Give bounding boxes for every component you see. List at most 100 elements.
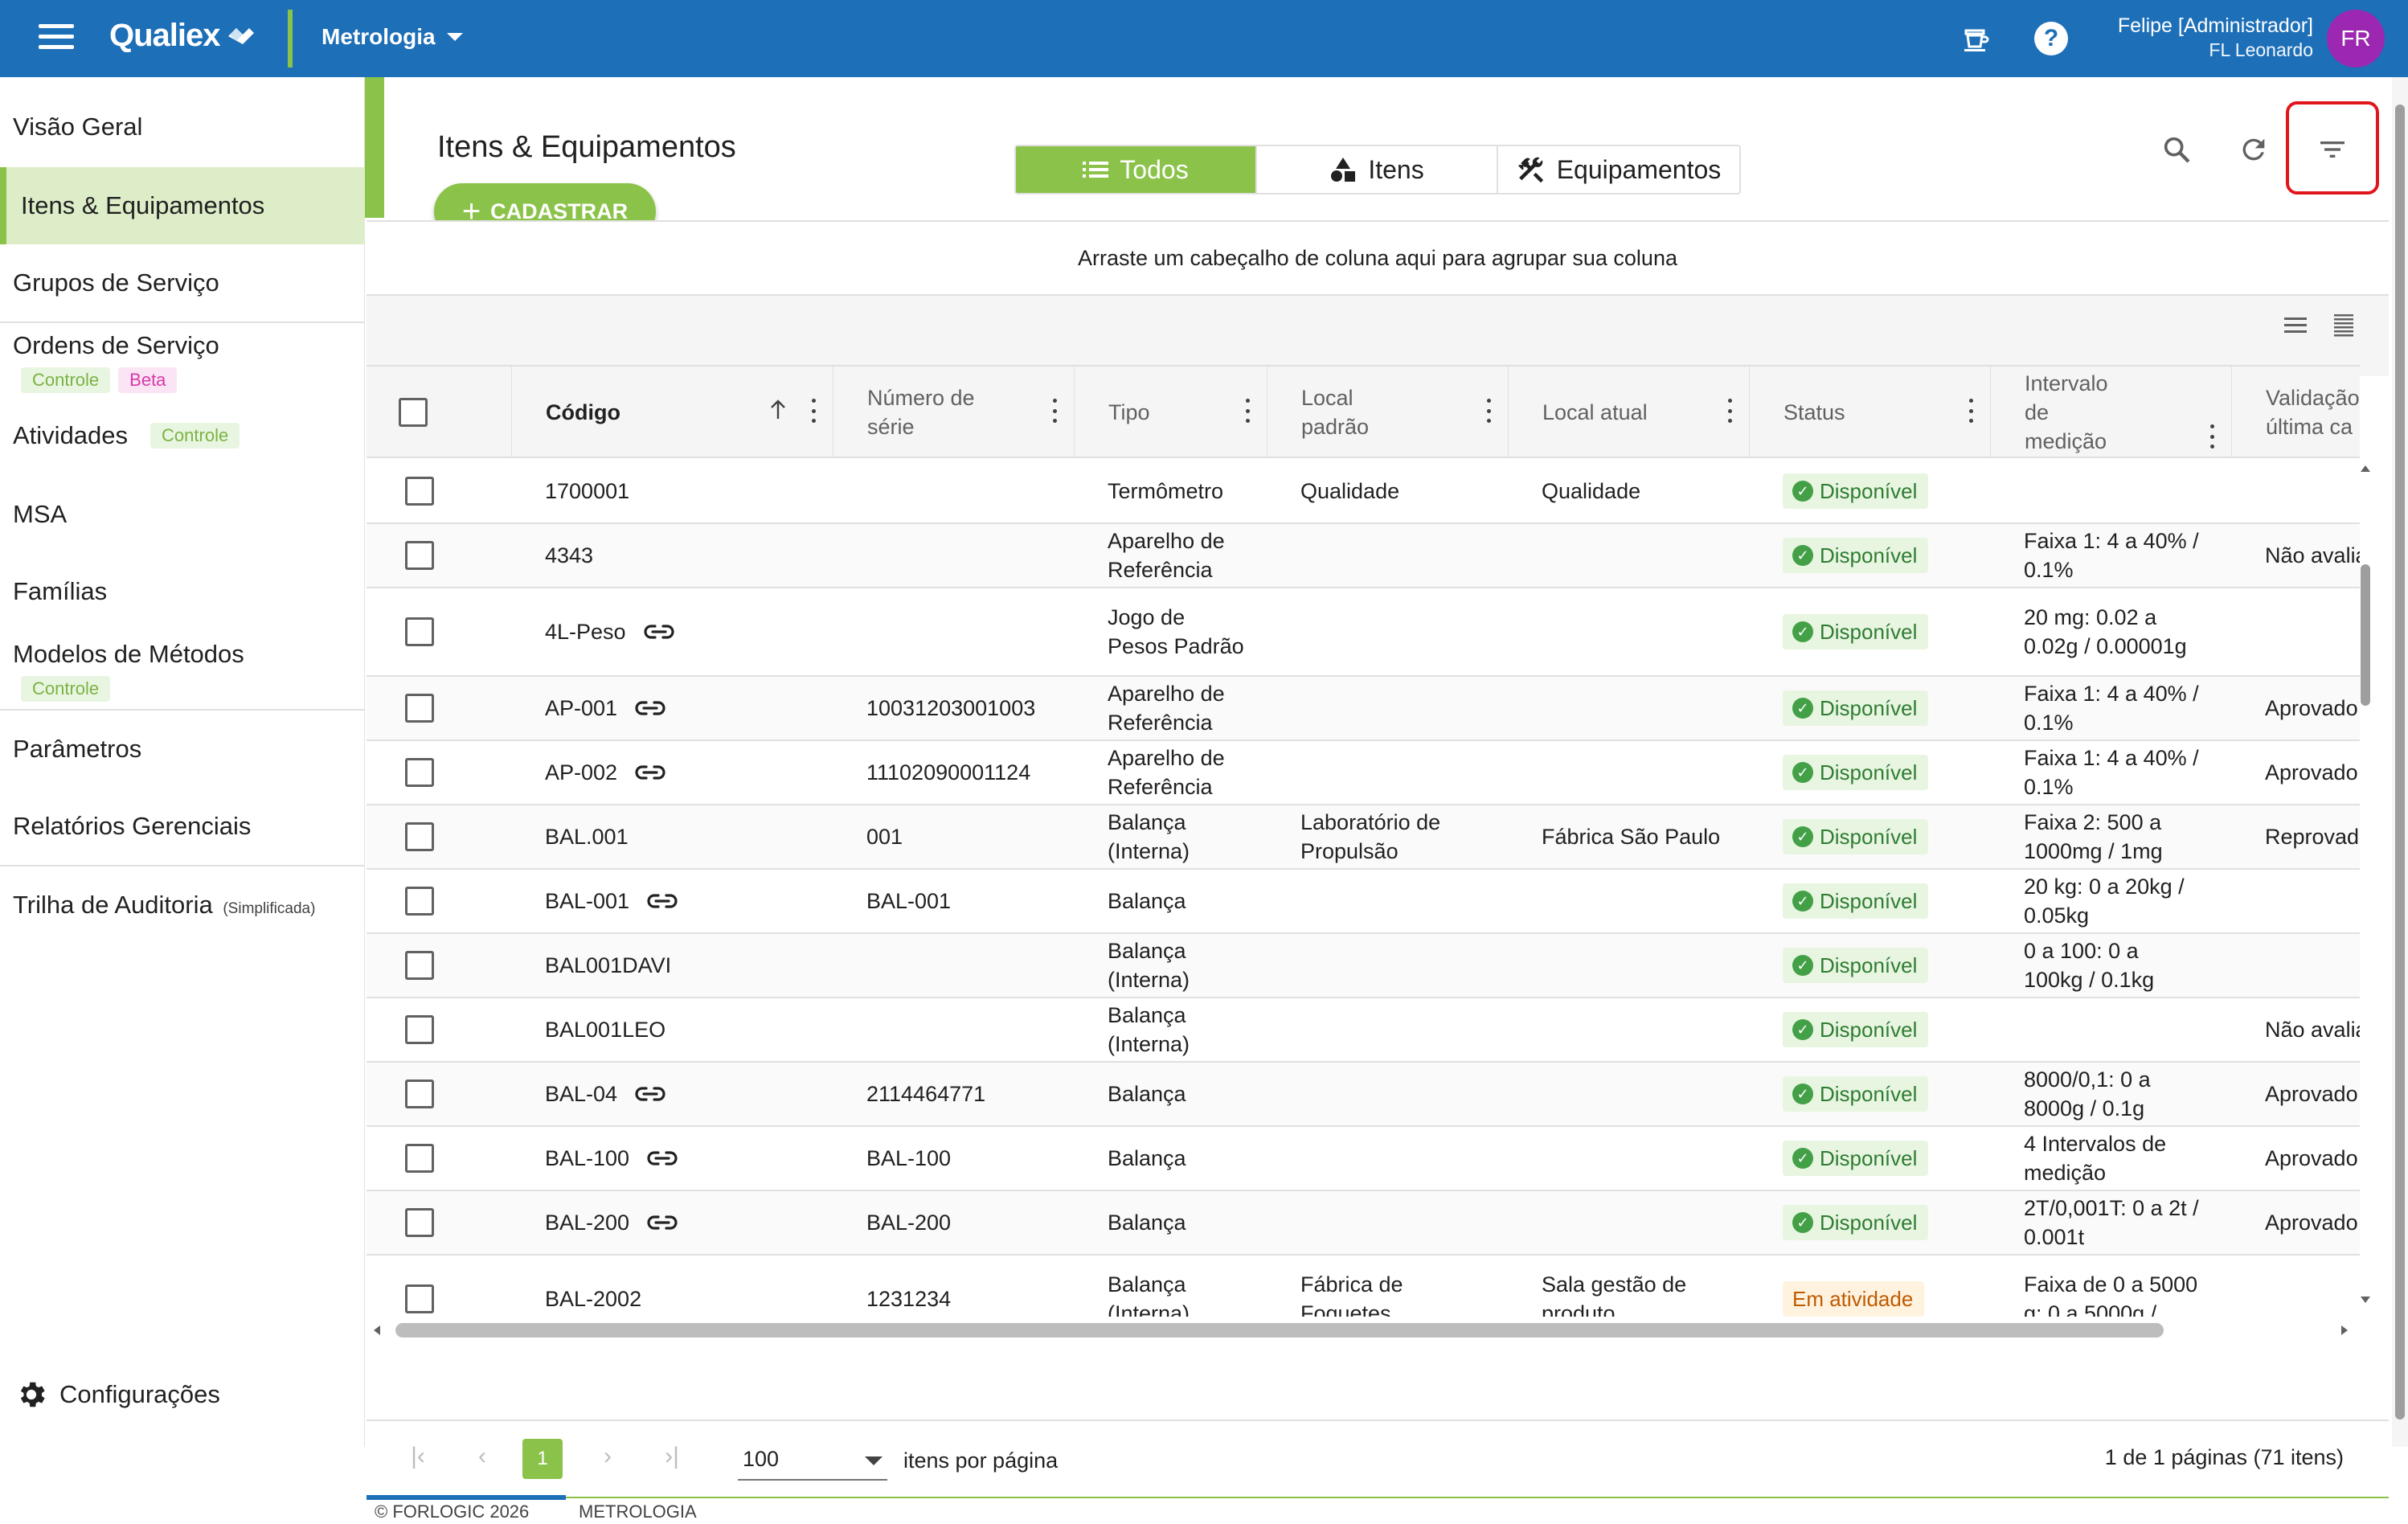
column-menu-icon[interactable] xyxy=(1728,399,1733,423)
app-logo[interactable]: Qualiex xyxy=(109,18,256,54)
link-icon[interactable] xyxy=(633,698,667,718)
tab-itens[interactable]: Itens xyxy=(1257,146,1498,193)
row-checkbox[interactable] xyxy=(405,1208,434,1237)
table-row[interactable]: BAL-04 2114464771 Balança ✓ Disponível 8000/0… xyxy=(367,1063,2360,1127)
column-header-numero-serie[interactable]: Número de série xyxy=(833,367,1074,457)
row-checkbox[interactable] xyxy=(405,617,434,646)
table-row[interactable]: 4343 Aparelho de Referência ✓ Disponível Fai… xyxy=(367,524,2360,588)
prev-page-button[interactable]: ‹ xyxy=(463,1437,502,1476)
dense-view-icon[interactable] xyxy=(2321,302,2366,347)
column-menu-icon[interactable] xyxy=(2210,424,2215,449)
sort-up-icon[interactable] xyxy=(769,399,787,421)
table-row[interactable]: BAL-2002 1231234 Balança (Interna) Fábrica … xyxy=(367,1256,2360,1317)
sidebar-item-msa[interactable]: MSA xyxy=(0,500,365,529)
row-checkbox[interactable] xyxy=(405,694,434,723)
sidebar-item-ordens-servico[interactable]: Ordens de Serviço Controle Beta xyxy=(0,331,365,393)
select-all-checkbox[interactable] xyxy=(399,398,428,427)
help-icon[interactable]: ? xyxy=(2033,21,2069,56)
column-header-tipo[interactable]: Tipo xyxy=(1074,367,1267,457)
avatar[interactable]: FR xyxy=(2327,10,2385,68)
first-page-button[interactable]: |‹ xyxy=(399,1437,437,1476)
row-checkbox[interactable] xyxy=(405,887,434,916)
link-icon[interactable] xyxy=(645,891,679,911)
scrollbar-thumb[interactable] xyxy=(2361,564,2370,706)
refresh-icon[interactable] xyxy=(2231,127,2276,172)
table-row[interactable]: 4L-Peso Jogo de Pesos Padrão ✓ Disponível 20… xyxy=(367,588,2360,677)
column-header-status[interactable]: Status xyxy=(1749,367,1990,457)
page-size-select[interactable]: 100 xyxy=(738,1439,887,1481)
sidebar-item-relatorios[interactable]: Relatórios Gerenciais xyxy=(0,812,365,841)
row-checkbox[interactable] xyxy=(405,1015,434,1044)
table-row[interactable]: AP-001 10031203001003 Aparelho de Referênc… xyxy=(367,677,2360,741)
sidebar-item-modelos-metodos[interactable]: Modelos de Métodos Controle xyxy=(0,640,365,702)
column-header-local-padrao[interactable]: Local padrão xyxy=(1267,367,1508,457)
last-page-button[interactable]: ›| xyxy=(653,1437,691,1476)
compact-view-icon[interactable] xyxy=(2273,302,2318,347)
scrollbar-thumb[interactable] xyxy=(2395,104,2405,1420)
sidebar-item-trilha-auditoria[interactable]: Trilha de Auditoria (Simplificada) xyxy=(0,891,365,920)
cell-local-atual xyxy=(1542,1191,1734,1254)
module-selector[interactable]: Metrologia xyxy=(321,24,463,50)
row-checkbox[interactable] xyxy=(405,951,434,980)
table-row[interactable]: BAL.001 001 Balança (Interna) Laboratório d… xyxy=(367,805,2360,870)
column-menu-icon[interactable] xyxy=(1969,399,1974,423)
scrollbar-thumb[interactable] xyxy=(395,1323,2164,1338)
sidebar-item-itens-equipamentos[interactable]: Itens & Equipamentos xyxy=(0,167,365,244)
sidebar-item-visao-geral[interactable]: Visão Geral xyxy=(0,113,365,141)
table-row[interactable]: BAL001LEO Balança (Interna) ✓ Disponível Não… xyxy=(367,998,2360,1063)
row-checkbox[interactable] xyxy=(405,1284,434,1313)
table-row[interactable]: BAL001DAVI Balança (Interna) ✓ Disponível 0 … xyxy=(367,934,2360,998)
table-row[interactable]: AP-002 11102090001124 Aparelho de Referênc… xyxy=(367,741,2360,805)
column-menu-icon[interactable] xyxy=(812,399,817,423)
grid-vertical-scrollbar[interactable] xyxy=(2357,460,2374,1329)
search-icon[interactable] xyxy=(2154,127,2199,172)
cell-tipo: Aparelho de Referência xyxy=(1108,677,1244,739)
grid-horizontal-scrollbar[interactable] xyxy=(367,1320,2360,1341)
footer-module-tab[interactable]: METROLOGIA xyxy=(579,1501,697,1522)
table-row[interactable]: BAL-001 BAL-001 Balança ✓ Disponível 20 kg: 0… xyxy=(367,870,2360,934)
column-header-validacao[interactable]: Validação última ca xyxy=(2231,367,2360,457)
row-checkbox[interactable] xyxy=(405,1080,434,1108)
user-info[interactable]: Felipe [Administrador] FL Leonardo xyxy=(2118,14,2313,61)
row-checkbox[interactable] xyxy=(405,541,434,570)
link-icon[interactable] xyxy=(642,622,676,641)
tab-todos[interactable]: Todos xyxy=(1016,146,1257,193)
sidebar-item-familias[interactable]: Famílias xyxy=(0,577,365,606)
row-checkbox[interactable] xyxy=(405,758,434,787)
page-scrollbar[interactable] xyxy=(2392,77,2408,1447)
sidebar-item-parametros[interactable]: Parâmetros xyxy=(0,735,365,764)
column-header-local-atual[interactable]: Local atual xyxy=(1508,367,1749,457)
sidebar-item-grupos-servico[interactable]: Grupos de Serviço xyxy=(0,268,365,297)
link-icon[interactable] xyxy=(633,763,667,782)
table-row[interactable]: 1700001 Termômetro Qualidade Qualidade ✓ Disp… xyxy=(367,460,2360,524)
cell-intervalo: 8000/0,1: 0 a 8000g / 0.1g xyxy=(2024,1063,2201,1125)
column-header-codigo[interactable]: Código xyxy=(511,367,833,457)
column-header-intervalo[interactable]: Intervalo de medição xyxy=(1990,367,2231,457)
row-checkbox[interactable] xyxy=(405,1144,434,1173)
settings-button[interactable]: Configurações xyxy=(14,1378,220,1411)
coffee-cup-icon[interactable] xyxy=(1958,21,1993,56)
column-menu-icon[interactable] xyxy=(1487,399,1492,423)
cell-serie-text: 10031203001003 xyxy=(866,696,1036,720)
column-title: Tipo xyxy=(1108,399,1150,424)
row-checkbox[interactable] xyxy=(405,477,434,506)
current-page-button[interactable]: 1 xyxy=(522,1439,563,1479)
table-row[interactable]: BAL-200 BAL-200 Balança ✓ Disponível 2T/0,001… xyxy=(367,1191,2360,1256)
sidebar-item-atividades[interactable]: Atividades Controle xyxy=(0,421,365,450)
cell-tipo: Aparelho de Referência xyxy=(1108,741,1244,804)
column-menu-icon[interactable] xyxy=(1053,399,1058,423)
sidebar-item-label: Trilha de Auditoria xyxy=(13,891,213,919)
row-checkbox-cell xyxy=(405,1256,434,1317)
status-text: Em atividade xyxy=(1792,1287,1914,1311)
tab-equipamentos[interactable]: Equipamentos xyxy=(1498,146,1739,193)
table-row[interactable]: BAL-100 BAL-100 Balança ✓ Disponível 4 Interv… xyxy=(367,1127,2360,1191)
menu-icon[interactable] xyxy=(39,24,74,53)
next-page-button[interactable]: › xyxy=(588,1437,627,1476)
link-icon[interactable] xyxy=(645,1213,679,1232)
cell-tipo: Balança xyxy=(1108,1063,1244,1125)
filter-icon[interactable] xyxy=(2310,127,2355,172)
link-icon[interactable] xyxy=(645,1149,679,1168)
column-menu-icon[interactable] xyxy=(1246,399,1251,423)
row-checkbox[interactable] xyxy=(405,822,434,851)
link-icon[interactable] xyxy=(633,1084,667,1104)
